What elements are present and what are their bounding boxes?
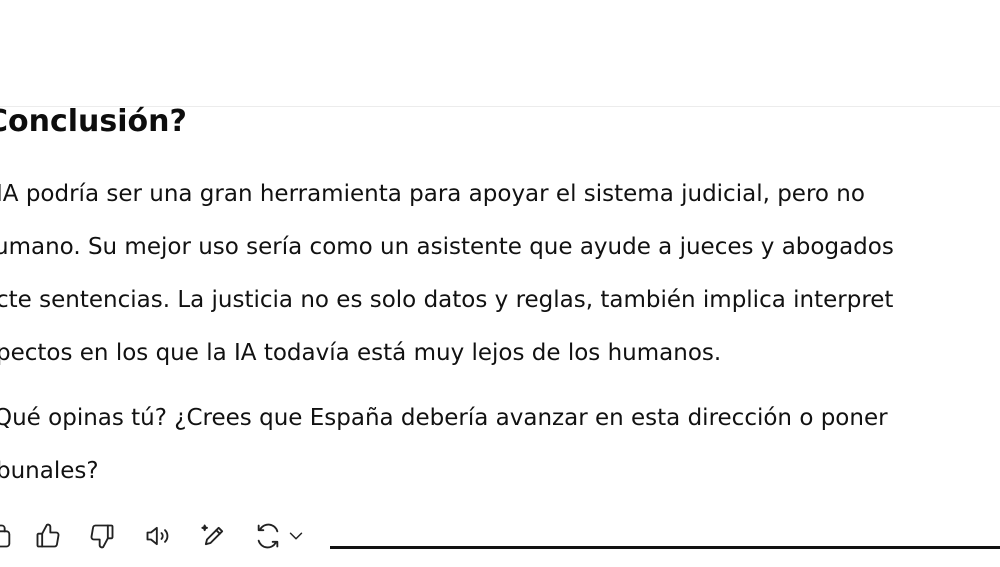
read-aloud-icon [146, 526, 169, 546]
paragraph-line: Qué opinas tú? ¿Crees que España debería… [0, 405, 888, 431]
chevron-down-icon [289, 532, 303, 540]
regenerate-button[interactable] [252, 520, 284, 552]
thumbs-down-icon [90, 524, 114, 549]
paragraph-line: IA podría ser una gran herramienta para … [0, 181, 865, 207]
paragraph-line: cte sentencias. La justicia no es solo d… [0, 287, 894, 313]
copy-icon [0, 524, 11, 548]
thumbs-up-icon [36, 523, 60, 548]
model-switch-button[interactable] [284, 520, 308, 552]
paragraph-line: pectos en los que la IA todavía está muy… [0, 340, 722, 366]
edit-icon [201, 524, 224, 546]
copy-button[interactable] [0, 520, 16, 552]
regenerate-icon [257, 523, 279, 549]
bad-response-button[interactable] [86, 520, 118, 552]
edit-button[interactable] [198, 520, 230, 552]
chat-response-view: Conclusión? IA podría ser una gran herra… [0, 0, 1000, 567]
read-aloud-button[interactable] [142, 520, 174, 552]
paragraph-line: umano. Su mejor uso sería como un asiste… [0, 234, 894, 260]
good-response-button[interactable] [32, 520, 64, 552]
section-heading: Conclusión? [0, 104, 187, 139]
bottom-rule [330, 546, 1000, 549]
paragraph-line: bunales? [0, 458, 99, 484]
